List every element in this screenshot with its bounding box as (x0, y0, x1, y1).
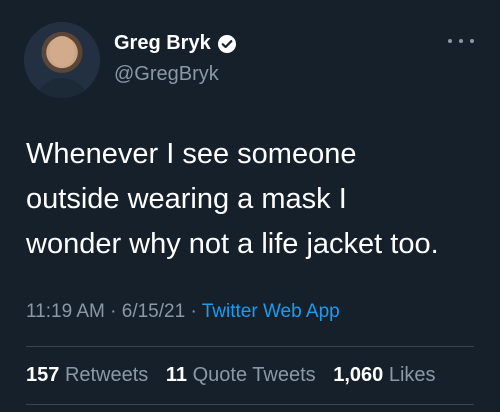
author-handle[interactable]: @GregBryk (114, 63, 219, 86)
author-name[interactable]: Greg Bryk (114, 32, 211, 55)
likes-stat[interactable]: 1,060 Likes (333, 364, 435, 386)
meta-separator: · (110, 301, 117, 322)
tweet-line: wonder why not a life jacket too. (26, 228, 439, 260)
avatar-shirt (34, 78, 90, 98)
tweet-meta: 11:19 AM · 6/15/21 · Twitter Web App (26, 301, 340, 323)
avatar-face (50, 36, 74, 66)
tweet-line: outside wearing a mask I (26, 183, 347, 215)
more-dot (459, 39, 463, 43)
tweet-source-link[interactable]: Twitter Web App (202, 301, 340, 322)
likes-label: Likes (388, 364, 436, 386)
tweet-line: Whenever I see someone (26, 138, 357, 170)
avatar[interactable] (24, 22, 100, 98)
more-dot (448, 39, 452, 43)
quotes-count: 11 (165, 364, 188, 386)
verified-badge-icon (217, 34, 237, 54)
more-dot (470, 39, 474, 43)
more-horizontal-icon[interactable] (448, 34, 474, 48)
tweet-time[interactable]: 11:19 AM (26, 301, 105, 322)
tweet-text: Whenever I see someone outside wearing a… (26, 132, 486, 267)
divider (26, 404, 474, 405)
tweet-stats: 157 Retweets 11 Quote Tweets 1,060 Likes (26, 364, 436, 387)
retweets-count: 157 (26, 364, 60, 386)
tweet-card: Greg Bryk @GregBryk Whenever I see someo… (0, 0, 500, 412)
tweet-date[interactable]: 6/15/21 (122, 301, 185, 322)
quote-tweets-stat[interactable]: 11 Quote Tweets (166, 364, 321, 386)
retweets-label: Retweets (64, 364, 149, 386)
likes-count: 1,060 (333, 364, 384, 386)
quotes-label: Quote Tweets (192, 364, 316, 386)
divider (26, 346, 474, 347)
retweets-stat[interactable]: 157 Retweets (26, 364, 154, 386)
author-row: Greg Bryk (114, 32, 237, 55)
meta-separator: · (190, 301, 197, 322)
